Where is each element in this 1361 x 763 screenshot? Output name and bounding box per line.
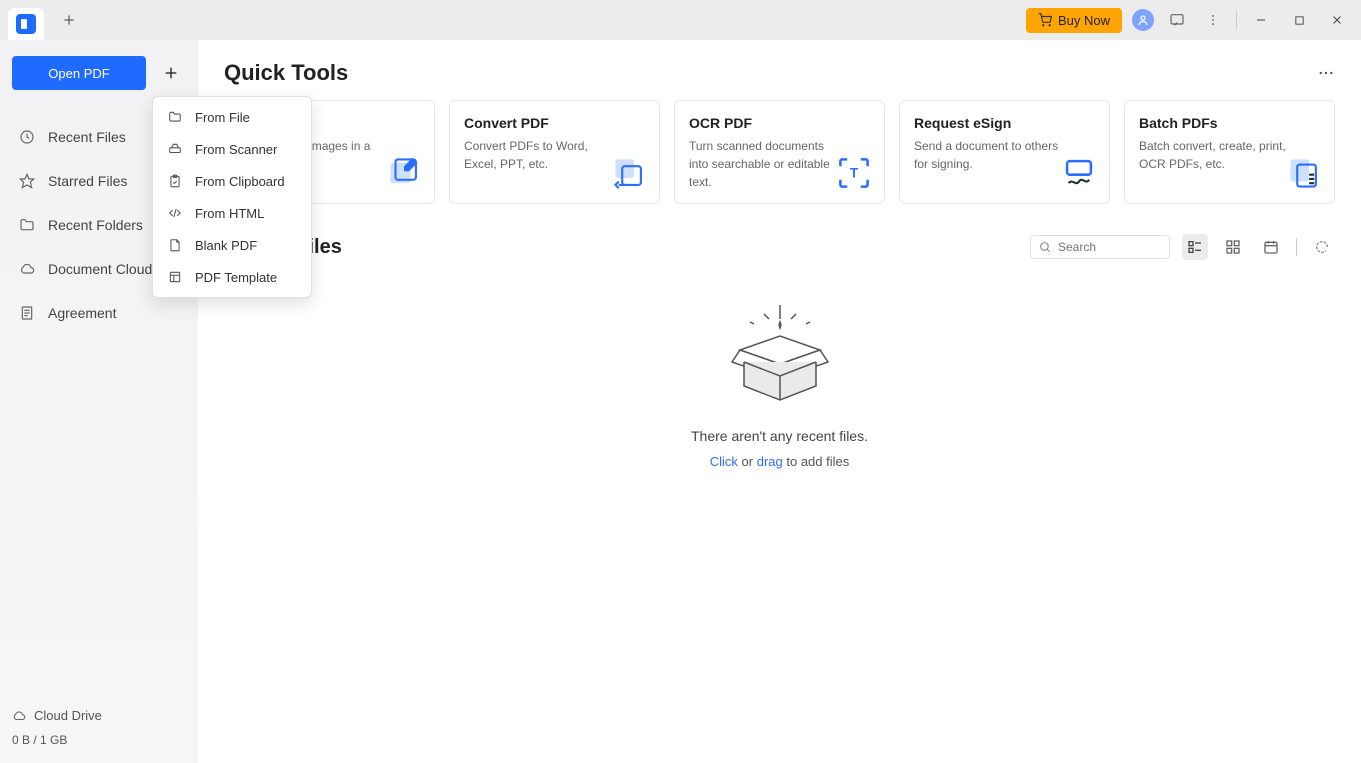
esign-icon [1061,155,1097,191]
menu-label: From File [195,110,250,125]
svg-text:T: T [850,165,859,180]
recent-controls [1030,234,1335,260]
new-tab-button[interactable] [54,5,84,35]
card-request-esign[interactable]: Request eSign Send a document to others … [899,100,1110,204]
maximize-button[interactable] [1285,6,1313,34]
feedback-button[interactable] [1164,7,1190,33]
create-pdf-button[interactable] [156,58,186,88]
cart-icon [1038,13,1052,27]
menu-blank-pdf[interactable]: Blank PDF [153,229,311,261]
card-batch-pdfs[interactable]: Batch PDFs Batch convert, create, print,… [1124,100,1335,204]
template-icon [167,269,183,285]
sidebar-top: Open PDF [12,56,186,90]
close-button[interactable] [1323,6,1351,34]
card-desc: Send a document to others for signing. [914,137,1064,173]
sidebar-item-label: Recent Folders [48,217,143,233]
list-view-button[interactable] [1182,234,1208,260]
sidebar-item-label: Document Cloud [48,261,152,277]
cloud-icon [12,709,26,723]
empty-title: There aren't any recent files. [691,428,868,444]
titlebar-left [0,0,84,40]
card-convert-pdf[interactable]: Convert PDF Convert PDFs to Word, Excel,… [449,100,660,204]
open-pdf-label: Open PDF [48,66,109,81]
calendar-view-button[interactable] [1258,234,1284,260]
menu-label: PDF Template [195,270,277,285]
menu-label: From Scanner [195,142,277,157]
menu-label: Blank PDF [195,238,257,253]
quick-tools-cards: Edit PDF Edit text and images in a PDF. … [224,100,1335,204]
card-ocr-pdf[interactable]: OCR PDF Turn scanned documents into sear… [674,100,885,204]
titlebar: Buy Now [0,0,1361,40]
empty-box-icon [720,300,840,428]
convert-icon [611,155,647,191]
cloud-icon [18,260,36,278]
clock-icon [18,128,36,146]
card-desc: Batch convert, create, print, OCR PDFs, … [1139,137,1289,173]
divider [1296,238,1297,256]
empty-rest-text: to add files [783,454,850,469]
ocr-icon: T [836,155,872,191]
divider [1236,11,1237,29]
sync-button[interactable] [1309,234,1335,260]
open-pdf-button[interactable]: Open PDF [12,56,146,90]
recent-header: Recent Files [224,234,1335,260]
batch-icon [1286,155,1322,191]
sidebar-item-label: Agreement [48,305,116,321]
card-title: OCR PDF [689,115,870,131]
buy-now-button[interactable]: Buy Now [1026,8,1122,33]
menu-from-file[interactable]: From File [153,101,311,133]
card-desc: Turn scanned documents into searchable o… [689,137,839,191]
sidebar-item-label: Recent Files [48,129,126,145]
star-icon [18,172,36,190]
folder-icon [167,109,183,125]
empty-drag-link[interactable]: drag [757,454,783,469]
create-pdf-menu: From File From Scanner From Clipboard Fr… [152,96,312,298]
app-tab[interactable] [8,8,44,40]
cloud-drive-label: Cloud Drive [34,708,102,723]
minimize-button[interactable] [1247,6,1275,34]
quick-tools-more-button[interactable] [1317,64,1335,82]
document-icon [18,304,36,322]
scanner-icon [167,141,183,157]
buy-now-label: Buy Now [1058,13,1110,28]
sidebar-bottom: Cloud Drive 0 B / 1 GB [12,708,186,755]
search-icon [1039,241,1052,254]
clipboard-icon [167,173,183,189]
storage-label: 0 B / 1 GB [12,733,186,747]
card-desc: Convert PDFs to Word, Excel, PPT, etc. [464,137,614,173]
cloud-drive-button[interactable]: Cloud Drive [12,708,186,723]
menu-from-scanner[interactable]: From Scanner [153,133,311,165]
blank-page-icon [167,237,183,253]
menu-from-clipboard[interactable]: From Clipboard [153,165,311,197]
more-menu-button[interactable] [1200,7,1226,33]
menu-label: From HTML [195,206,264,221]
sidebar-item-label: Starred Files [48,173,127,189]
folder-icon [18,216,36,234]
avatar-button[interactable] [1132,9,1154,31]
search-input[interactable] [1058,240,1161,254]
sidebar-item-agreement[interactable]: Agreement [12,300,186,326]
quick-tools-title: Quick Tools [224,60,348,86]
empty-or-text: or [738,454,757,469]
card-title: Request eSign [914,115,1095,131]
grid-view-button[interactable] [1220,234,1246,260]
menu-pdf-template[interactable]: PDF Template [153,261,311,293]
empty-subtitle: Click or drag to add files [710,454,850,469]
card-title: Convert PDF [464,115,645,131]
edit-icon [386,155,422,191]
quick-tools-header: Quick Tools [224,60,1335,86]
menu-label: From Clipboard [195,174,285,189]
search-box[interactable] [1030,235,1170,259]
empty-click-link[interactable]: Click [710,454,738,469]
menu-from-html[interactable]: From HTML [153,197,311,229]
empty-state: There aren't any recent files. Click or … [224,300,1335,469]
titlebar-right: Buy Now [1026,6,1351,34]
app-logo-icon [16,14,36,34]
html-icon [167,205,183,221]
main: Quick Tools Edit PDF Edit text and image… [198,40,1361,763]
card-title: Batch PDFs [1139,115,1320,131]
